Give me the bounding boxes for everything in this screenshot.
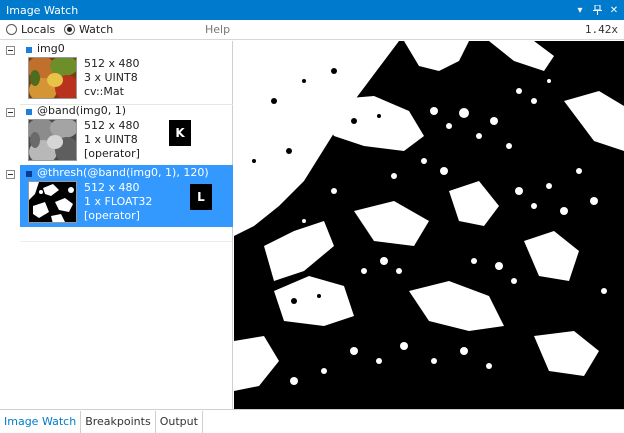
caret-down-icon[interactable]: ▾ [573, 3, 587, 17]
collapse-icon[interactable] [6, 108, 15, 117]
entry-channels: 3 x UINT8 [84, 71, 138, 84]
zoom-level: 1.42x [584, 23, 618, 36]
entry-name: @thresh(@band(img0, 1), 120) [37, 166, 209, 179]
locals-radio[interactable]: Locals [6, 23, 55, 36]
annotation-badge-l: L [190, 184, 212, 210]
watch-radio-circle[interactable] [64, 24, 75, 35]
threshold-image[interactable] [234, 41, 624, 409]
window-titlebar: Image Watch ▾ ✕ [0, 0, 624, 20]
divider [20, 241, 232, 242]
thumbnail-grayscale-band[interactable] [28, 119, 77, 161]
thumbnail-color-peppers[interactable] [28, 57, 77, 99]
entry-channels: 1 x FLOAT32 [84, 195, 153, 208]
entry-type: [operator] [84, 209, 140, 222]
entry-type: [operator] [84, 147, 140, 160]
image-viewer[interactable] [234, 41, 624, 409]
locals-radio-label: Locals [21, 23, 56, 36]
entry-name: @band(img0, 1) [37, 104, 127, 117]
watch-list: img0 512 x 480 3 x UINT8 cv::Mat @band(i… [0, 41, 233, 409]
window-title: Image Watch [6, 3, 79, 17]
entry-size: 512 x 480 [84, 181, 140, 194]
collapse-icon[interactable] [6, 170, 15, 179]
entry-size: 512 x 480 [84, 57, 140, 70]
entry-channels: 1 x UINT8 [84, 133, 138, 146]
help-link[interactable]: Help [205, 23, 230, 36]
bottom-tab-bar: Image Watch Breakpoints Output [0, 409, 624, 433]
list-item[interactable]: img0 512 x 480 3 x UINT8 cv::Mat [0, 41, 233, 105]
locals-radio-circle[interactable] [6, 24, 17, 35]
close-icon[interactable]: ✕ [607, 3, 621, 17]
entry-size: 512 x 480 [84, 119, 140, 132]
watch-radio-label: Watch [79, 23, 114, 36]
square-icon [26, 171, 32, 177]
tab-breakpoints[interactable]: Breakpoints [81, 410, 156, 433]
entry-type: cv::Mat [84, 85, 124, 98]
list-item[interactable]: @band(img0, 1) 512 x 480 1 x UINT8 [oper… [0, 103, 233, 167]
watch-radio[interactable]: Watch [64, 23, 113, 36]
thumbnail-threshold[interactable] [28, 181, 77, 223]
square-icon [26, 109, 32, 115]
collapse-icon[interactable] [6, 46, 15, 55]
pin-icon[interactable] [590, 3, 604, 17]
toolbar: Locals Watch Help 1.42x [0, 20, 624, 40]
square-icon [26, 47, 32, 53]
tab-image-watch[interactable]: Image Watch [0, 410, 82, 433]
annotation-badge-k: K [169, 120, 191, 146]
entry-name: img0 [37, 42, 65, 55]
tab-output[interactable]: Output [156, 410, 203, 433]
